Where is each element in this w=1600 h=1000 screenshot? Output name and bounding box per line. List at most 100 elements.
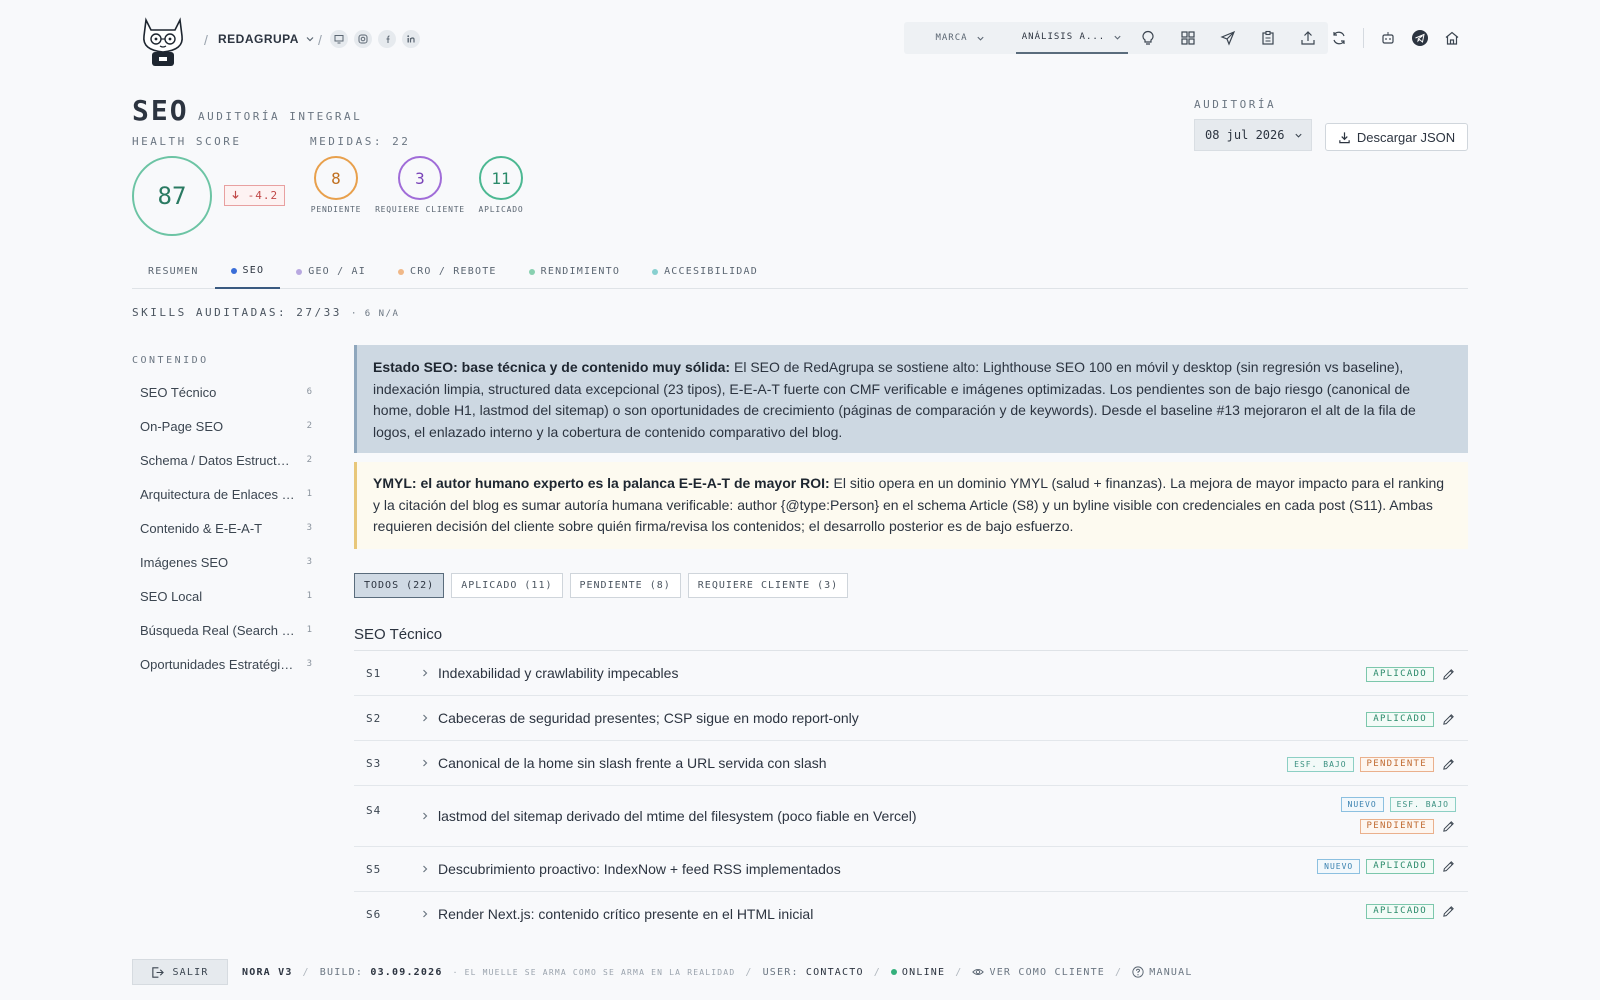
sidebar-item-schema[interactable]: Schema / Datos Estructurados 2 bbox=[132, 443, 320, 477]
refresh-button[interactable] bbox=[1323, 30, 1355, 46]
finding-row[interactable]: S3 Canonical de la home sin slash frente… bbox=[354, 741, 1468, 786]
health-delta-badge: -4.2 bbox=[224, 185, 286, 206]
analysis-select[interactable]: ANÁLISIS A... bbox=[1016, 22, 1128, 54]
findings-list: S1 Indexabilidad y crawlability impecabl… bbox=[354, 651, 1468, 937]
sidebar-item-count: 2 bbox=[306, 421, 312, 431]
edit-pencil-icon[interactable] bbox=[1440, 818, 1456, 834]
send-button[interactable] bbox=[1208, 22, 1248, 54]
user-info: USER: CONTACTO bbox=[763, 967, 864, 978]
tab-seo[interactable]: SEO bbox=[214, 254, 281, 289]
finding-title: Descubrimiento proactivo: IndexNow + fee… bbox=[438, 861, 841, 877]
content-sidebar: SEO Técnico 6 On-Page SEO 2 Schema / Datos… bbox=[132, 375, 320, 681]
manual-label: MANUAL bbox=[1149, 966, 1193, 978]
ideas-button[interactable] bbox=[1128, 22, 1168, 54]
filter-todos[interactable]: TODOS (22) bbox=[354, 573, 445, 598]
edit-pencil-icon[interactable] bbox=[1440, 666, 1456, 682]
applied-label: APLICADO bbox=[478, 205, 524, 214]
brand-selector[interactable]: REDAGRUPA bbox=[218, 32, 315, 46]
sidebar-item-count: 1 bbox=[306, 625, 312, 635]
sidebar-item-label: Schema / Datos Estructurados bbox=[140, 452, 296, 468]
logout-icon bbox=[152, 966, 165, 978]
finding-row[interactable]: S6 Render Next.js: contenido crítico pre… bbox=[354, 892, 1468, 937]
instagram-icon[interactable] bbox=[354, 30, 372, 48]
chevron-right-icon[interactable] bbox=[420, 668, 430, 678]
tab-rendimiento[interactable]: RENDIMIENTO bbox=[513, 254, 636, 289]
page-subtitle: AUDITORÍA INTEGRAL bbox=[198, 110, 363, 123]
tab-accesibilidad[interactable]: ACCESIBILIDAD bbox=[636, 254, 774, 289]
sidebar-item-imagenes[interactable]: Imágenes SEO 3 bbox=[132, 545, 320, 579]
tab-geo-ai[interactable]: GEO / AI bbox=[280, 254, 382, 289]
sidebar-item-contenido[interactable]: Contenido & E-E-A-T 3 bbox=[132, 511, 320, 545]
status-footer: SALIR NORA V3 / BUILD: 03.09.2026 · EL M… bbox=[132, 959, 1468, 985]
finding-row[interactable]: S1 Indexabilidad y crawlability impecabl… bbox=[354, 651, 1468, 696]
finding-tags-line: PENDIENTE bbox=[1156, 818, 1456, 834]
finding-title: lastmod del sitemap derivado del mtime d… bbox=[438, 808, 917, 824]
finding-tags: NUEVO ESF. BAJO PENDIENTE bbox=[1156, 797, 1456, 834]
manual-link[interactable]: MANUAL bbox=[1132, 966, 1192, 978]
download-json-button[interactable]: Descargar JSON bbox=[1325, 123, 1468, 151]
home-button[interactable] bbox=[1436, 30, 1468, 46]
edit-pencil-icon[interactable] bbox=[1440, 858, 1456, 874]
sidebar-item-label: Oportunidades Estratégicas bbox=[140, 656, 296, 672]
sidebar-item-seo-local[interactable]: SEO Local 1 bbox=[132, 579, 320, 613]
chevron-right-icon[interactable] bbox=[420, 713, 430, 723]
chevron-right-icon[interactable] bbox=[420, 909, 430, 919]
chevron-right-icon[interactable] bbox=[420, 758, 430, 768]
measures-label: MEDIDAS: 22 bbox=[310, 135, 411, 148]
linkedin-icon[interactable] bbox=[402, 30, 420, 48]
cat-logo[interactable] bbox=[138, 14, 188, 68]
download-json-label: Descargar JSON bbox=[1356, 129, 1456, 145]
finding-id: S5 bbox=[366, 863, 382, 876]
brand-select[interactable]: MARCA bbox=[904, 22, 1016, 54]
analysis-select-label: ANÁLISIS A... bbox=[1021, 32, 1106, 42]
filter-requiere-cliente[interactable]: REQUIERE CLIENTE (3) bbox=[687, 573, 849, 598]
finding-row[interactable]: S4 lastmod del sitemap derivado del mtim… bbox=[354, 786, 1468, 847]
pending-count-ring[interactable]: 8 bbox=[314, 156, 358, 200]
audit-date-select[interactable]: 08 jul 2026 bbox=[1194, 119, 1312, 151]
grid-view-button[interactable] bbox=[1168, 22, 1208, 54]
tab-label: GEO / AI bbox=[308, 266, 366, 277]
finding-row[interactable]: S5 Descubrimiento proactivo: IndexNow + … bbox=[354, 847, 1468, 892]
skills-na-count: · 6 N/A bbox=[350, 309, 400, 319]
tab-label: RESUMEN bbox=[148, 266, 199, 277]
finding-row[interactable]: S2 Cabeceras de seguridad presentes; CSP… bbox=[354, 696, 1468, 741]
view-as-client-link[interactable]: VER COMO CLIENTE bbox=[972, 966, 1105, 978]
chevron-right-icon[interactable] bbox=[420, 864, 430, 874]
status-badge: PENDIENTE bbox=[1359, 818, 1434, 834]
download-icon bbox=[1339, 131, 1350, 143]
finding-tags: APLICADO bbox=[1156, 903, 1456, 919]
sidebar-item-label: SEO Local bbox=[140, 588, 203, 604]
edit-pencil-icon[interactable] bbox=[1440, 756, 1456, 772]
sidebar-item-count: 1 bbox=[306, 489, 312, 499]
applied-count-ring[interactable]: 11 bbox=[479, 156, 523, 200]
sidebar-item-oportunidades[interactable]: Oportunidades Estratégicas 3 bbox=[132, 647, 320, 681]
website-icon[interactable] bbox=[330, 30, 348, 48]
finding-id: S3 bbox=[366, 757, 382, 770]
telegram-button[interactable] bbox=[1404, 29, 1436, 47]
robot-icon bbox=[1382, 32, 1394, 44]
page-title: SEO bbox=[132, 94, 189, 127]
sidebar-item-busqueda-real[interactable]: Búsqueda Real (Search Console) 1 bbox=[132, 613, 320, 647]
chevron-right-icon[interactable] bbox=[420, 811, 430, 821]
requires-client-ring[interactable]: 3 bbox=[398, 156, 442, 200]
sidebar-item-on-page[interactable]: On-Page SEO 2 bbox=[132, 409, 320, 443]
arrow-down-icon bbox=[232, 190, 239, 199]
status-badge: APLICADO bbox=[1366, 666, 1434, 682]
tab-resumen[interactable]: RESUMEN bbox=[132, 254, 215, 289]
facebook-icon[interactable] bbox=[378, 30, 396, 48]
bot-button[interactable] bbox=[1372, 30, 1404, 46]
sidebar-item-arquitectura[interactable]: Arquitectura de Enlaces Internos 1 bbox=[132, 477, 320, 511]
tab-cro-rebote[interactable]: CRO / REBOTE bbox=[382, 254, 513, 289]
edit-pencil-icon[interactable] bbox=[1440, 903, 1456, 919]
clipboard-button[interactable] bbox=[1248, 22, 1288, 54]
skills-audited-count: SKILLS AUDITADAS: 27/33 bbox=[132, 306, 342, 319]
upload-button[interactable] bbox=[1288, 22, 1328, 54]
user-name: CONTACTO bbox=[805, 966, 864, 978]
filter-aplicado[interactable]: APLICADO (11) bbox=[451, 573, 563, 598]
sidebar-item-seo-tecnico[interactable]: SEO Técnico 6 bbox=[132, 375, 320, 409]
finding-id: S2 bbox=[366, 712, 382, 725]
edit-pencil-icon[interactable] bbox=[1440, 711, 1456, 727]
filter-pendiente[interactable]: PENDIENTE (8) bbox=[569, 573, 681, 598]
health-delta-value: -4.2 bbox=[247, 189, 279, 202]
exit-button[interactable]: SALIR bbox=[132, 959, 228, 985]
